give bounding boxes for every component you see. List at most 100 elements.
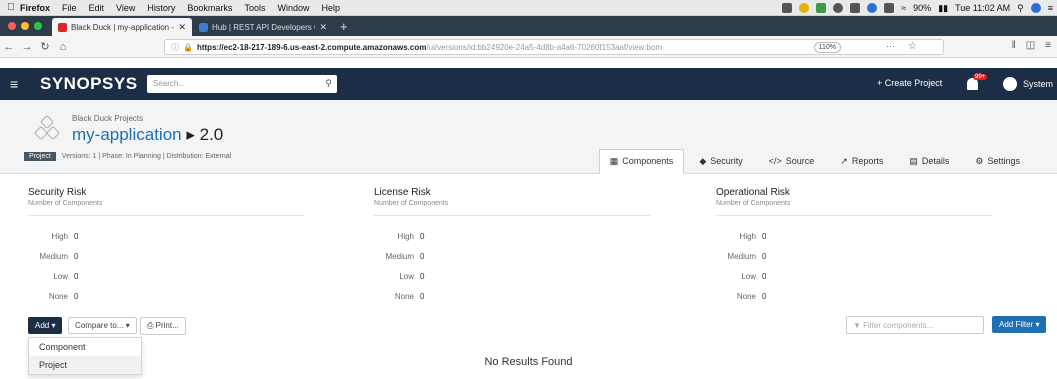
menu-window[interactable]: Window [277, 3, 309, 13]
add-filter-button[interactable]: Add Filter ▾ [992, 316, 1047, 333]
lock-icon[interactable]: 🔒 [183, 43, 193, 52]
risk-row-low[interactable]: Low 0 [374, 266, 650, 286]
risk-row-medium[interactable]: Medium 0 [28, 246, 304, 266]
add-button[interactable]: Add ▾ [28, 317, 63, 334]
spotlight-icon[interactable]: ⚲ [1017, 3, 1024, 14]
print-icon: ⎙ [147, 321, 156, 330]
menu-app-name[interactable]: Firefox [20, 3, 50, 13]
project-version[interactable]: 2.0 [200, 125, 224, 144]
user-avatar[interactable] [1003, 77, 1017, 91]
risk-count: 0 [74, 271, 79, 281]
project-tag: Project [24, 152, 56, 161]
search-icon[interactable]: ⚲ [325, 78, 332, 89]
status-icon[interactable] [782, 3, 793, 13]
close-tab-icon[interactable]: ✕ [319, 22, 327, 33]
project-name-link[interactable]: my-application [72, 125, 182, 144]
risk-count: 0 [420, 271, 425, 281]
risk-label: High [397, 231, 414, 241]
zoom-level[interactable]: 110% [813, 42, 841, 53]
panel-title: Operational Risk [716, 187, 790, 198]
status-icon[interactable] [816, 3, 827, 13]
info-icon[interactable]: ⓘ [171, 42, 179, 53]
tab-components[interactable]: ▦ Components [598, 149, 685, 174]
status-icon[interactable] [799, 3, 810, 13]
notification-center-icon[interactable]: ≡ [1048, 3, 1053, 13]
back-icon[interactable]: ← [0, 41, 18, 53]
project-title: my-application ▸ 2.0 [72, 125, 223, 145]
browser-toolbar-right: ‖ ◫ ≡ [1012, 40, 1051, 51]
risk-count: 0 [762, 231, 767, 241]
breadcrumb[interactable]: Black Duck Projects [72, 114, 143, 123]
global-search-input[interactable]: Search... ⚲ [147, 75, 337, 93]
menu-history[interactable]: History [147, 3, 175, 13]
add-dropdown-menu: Component Project [28, 337, 142, 375]
risk-row-none[interactable]: None 0 [716, 286, 992, 306]
notification-badge: 99+ [973, 74, 988, 80]
menu-icon[interactable]: ≡ [1045, 40, 1051, 51]
risk-row-low[interactable]: Low 0 [716, 266, 992, 286]
zoom-window-button[interactable] [34, 22, 42, 30]
bookmark-star-icon[interactable]: ☆ [908, 41, 917, 52]
browser-tab[interactable]: Black Duck | my-application - 2 ✕ [52, 18, 192, 36]
risk-row-none[interactable]: None 0 [374, 286, 650, 306]
menu-help[interactable]: Help [321, 3, 340, 13]
sidebar-icon[interactable]: ◫ [1026, 40, 1035, 51]
new-tab-icon[interactable]: + [340, 19, 348, 34]
status-icon[interactable] [867, 3, 878, 13]
library-icon[interactable]: ‖ [1012, 40, 1016, 51]
risk-row-medium[interactable]: Medium 0 [716, 246, 992, 266]
hamburger-menu-icon[interactable]: ≡ [10, 76, 28, 92]
risk-row-medium[interactable]: Medium 0 [374, 246, 650, 266]
notifications-bell-icon[interactable]: 99+ [966, 74, 988, 91]
status-icon[interactable] [884, 3, 895, 13]
clock[interactable]: Tue 11:02 AM [955, 3, 1010, 13]
tab-reports[interactable]: ↗ Reports [829, 149, 894, 174]
risk-row-high[interactable]: High 0 [374, 226, 650, 246]
tab-title: Black Duck | my-application - 2 [71, 22, 175, 32]
risk-row-low[interactable]: Low 0 [28, 266, 304, 286]
minimize-window-button[interactable] [21, 22, 29, 30]
address-bar[interactable]: ⓘ 🔒 https://ec2-18-217-189-6.us-east-2.c… [164, 39, 944, 55]
battery-percent: 90% [913, 3, 932, 13]
filter-components-input[interactable]: ▼ Filter components... [846, 316, 984, 334]
browser-tab[interactable]: Hub | REST API Developers G... ✕ [193, 18, 333, 36]
forward-icon[interactable]: → [18, 41, 36, 53]
user-name[interactable]: System [1023, 79, 1053, 89]
compare-button[interactable]: Compare to... ▾ [68, 317, 137, 334]
menu-item-component[interactable]: Component [29, 338, 141, 356]
tab-security[interactable]: ◆ Security [688, 149, 753, 174]
project-header: Black Duck Projects my-application ▸ 2.0… [0, 100, 1057, 174]
synopsys-logo[interactable]: SYNOPSYS [40, 74, 138, 94]
apple-icon[interactable]:  [2, 2, 20, 13]
details-icon: ▤ [909, 156, 918, 166]
close-window-button[interactable] [8, 22, 16, 30]
risk-count: 0 [762, 251, 767, 261]
url-host: https://ec2-18-217-189-6.us-east-2.compu… [196, 42, 427, 52]
menu-file[interactable]: File [62, 3, 77, 13]
battery-icon[interactable]: ▮▮ [938, 3, 948, 14]
menu-view[interactable]: View [116, 3, 135, 13]
tab-source[interactable]: </> Source [758, 149, 826, 174]
menu-tools[interactable]: Tools [244, 3, 265, 13]
status-icon[interactable] [850, 3, 861, 13]
page-actions-icon[interactable]: ··· [886, 41, 895, 51]
shield-icon: ◆ [699, 156, 707, 166]
risk-row-high[interactable]: High 0 [716, 226, 992, 246]
home-icon[interactable]: ⌂ [54, 41, 72, 53]
tab-details[interactable]: ▤ Details [898, 149, 960, 174]
wifi-icon[interactable]: ≈ [901, 3, 906, 13]
siri-icon[interactable] [1030, 3, 1041, 13]
risk-label: Low [741, 271, 756, 281]
print-button[interactable]: ⎙ Print... [140, 317, 186, 335]
risk-row-high[interactable]: High 0 [28, 226, 304, 246]
reload-icon[interactable]: ↻ [36, 40, 54, 53]
menu-bookmarks[interactable]: Bookmarks [187, 3, 232, 13]
risk-row-none[interactable]: None 0 [28, 286, 304, 306]
menu-item-project[interactable]: Project [29, 356, 141, 374]
app-header: ≡ SYNOPSYS Search... ⚲ + Create Project … [0, 68, 1057, 100]
status-icon[interactable] [833, 3, 844, 13]
tab-settings[interactable]: ⚙ Settings [964, 149, 1031, 174]
create-project-button[interactable]: + Create Project [877, 78, 942, 88]
close-tab-icon[interactable]: ✕ [178, 22, 186, 33]
menu-edit[interactable]: Edit [89, 3, 105, 13]
